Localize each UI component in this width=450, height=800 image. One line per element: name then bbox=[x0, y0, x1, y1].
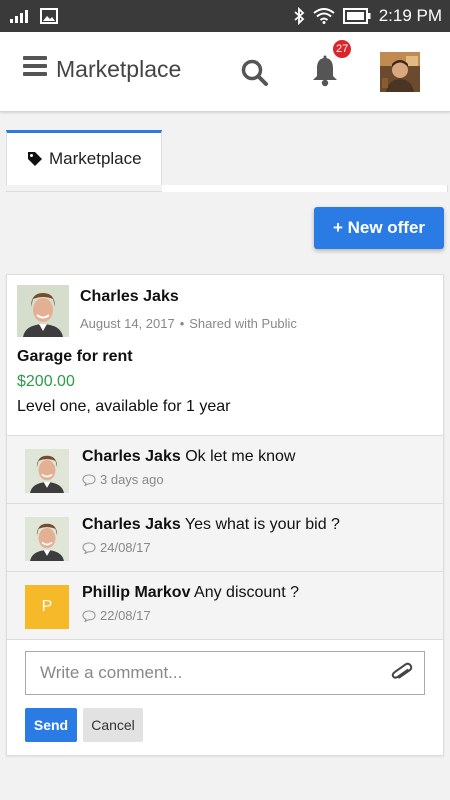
comment-avatar-initial[interactable]: P bbox=[25, 585, 69, 629]
comment-meta: 3 days ago bbox=[82, 472, 164, 487]
status-bar: 2:19 PM bbox=[0, 0, 450, 32]
post-price: $200.00 bbox=[17, 373, 75, 390]
author-avatar[interactable] bbox=[17, 285, 69, 337]
comment-icon bbox=[82, 541, 96, 554]
post-title: Garage for rent bbox=[17, 348, 133, 365]
bluetooth-icon bbox=[294, 7, 305, 25]
post-visibility: Shared with Public bbox=[189, 316, 297, 331]
comment-author[interactable]: Phillip Markov bbox=[82, 584, 190, 601]
comment-list: Charles Jaks Ok let me know 3 days ago C… bbox=[7, 435, 443, 639]
tab-bar: Marketplace bbox=[6, 130, 448, 192]
comment-avatar[interactable] bbox=[25, 517, 69, 561]
bell-icon[interactable] bbox=[309, 54, 341, 88]
post-date: August 14, 2017 bbox=[80, 316, 175, 331]
comment-text: Any discount ? bbox=[194, 584, 299, 601]
offer-card: Charles Jaks August 14, 2017 • Shared wi… bbox=[6, 274, 444, 756]
comment-text: Ok let me know bbox=[185, 448, 296, 465]
post-meta: August 14, 2017 • Shared with Public bbox=[80, 316, 297, 331]
signal-icon bbox=[10, 10, 28, 23]
tab-marketplace[interactable]: Marketplace bbox=[6, 130, 162, 185]
tag-icon bbox=[28, 152, 42, 166]
comment-author[interactable]: Charles Jaks bbox=[82, 448, 181, 465]
comment-input[interactable] bbox=[26, 652, 386, 694]
comment-body: Charles Jaks Yes what is your bid ? bbox=[82, 516, 340, 534]
comment-time: 3 days ago bbox=[100, 472, 164, 487]
image-icon bbox=[40, 8, 58, 24]
notification-badge: 27 bbox=[333, 40, 352, 58]
divider bbox=[7, 639, 443, 640]
app-title: Marketplace bbox=[56, 56, 182, 82]
search-icon[interactable] bbox=[240, 58, 270, 88]
comment-icon bbox=[82, 609, 96, 622]
post-description: Level one, available for 1 year bbox=[17, 398, 231, 415]
attachment-icon[interactable] bbox=[390, 660, 414, 686]
comment-avatar[interactable] bbox=[25, 449, 69, 493]
comment-time: 22/08/17 bbox=[100, 608, 151, 623]
comment-body: Phillip Markov Any discount ? bbox=[82, 584, 299, 602]
post-author[interactable]: Charles Jaks bbox=[80, 288, 179, 306]
comment-text: Yes what is your bid ? bbox=[184, 516, 340, 533]
comment-body: Charles Jaks Ok let me know bbox=[82, 448, 295, 466]
battery-icon bbox=[342, 8, 371, 24]
comment-box bbox=[25, 651, 425, 695]
meta-separator: • bbox=[179, 316, 185, 331]
comment-time: 24/08/17 bbox=[100, 540, 151, 555]
user-avatar[interactable] bbox=[380, 52, 420, 92]
status-time: 2:19 PM bbox=[378, 6, 442, 25]
send-button[interactable]: Send bbox=[25, 708, 77, 742]
comment-item: Charles Jaks Yes what is your bid ? 24/0… bbox=[7, 503, 443, 571]
tab-content-strip bbox=[162, 185, 448, 192]
new-offer-button[interactable]: + New offer bbox=[314, 207, 444, 249]
wifi-icon bbox=[313, 8, 335, 24]
comment-icon bbox=[82, 473, 96, 486]
comment-item: Charles Jaks Ok let me know 3 days ago bbox=[7, 435, 443, 503]
menu-icon[interactable] bbox=[23, 56, 47, 76]
app-bar: Marketplace 27 bbox=[0, 32, 450, 112]
comment-meta: 24/08/17 bbox=[82, 540, 151, 555]
comment-author[interactable]: Charles Jaks bbox=[82, 516, 181, 533]
comment-item: P Phillip Markov Any discount ? 22/08/17 bbox=[7, 571, 443, 639]
comment-meta: 22/08/17 bbox=[82, 608, 151, 623]
cancel-button[interactable]: Cancel bbox=[83, 708, 143, 742]
tab-label: Marketplace bbox=[49, 149, 142, 168]
